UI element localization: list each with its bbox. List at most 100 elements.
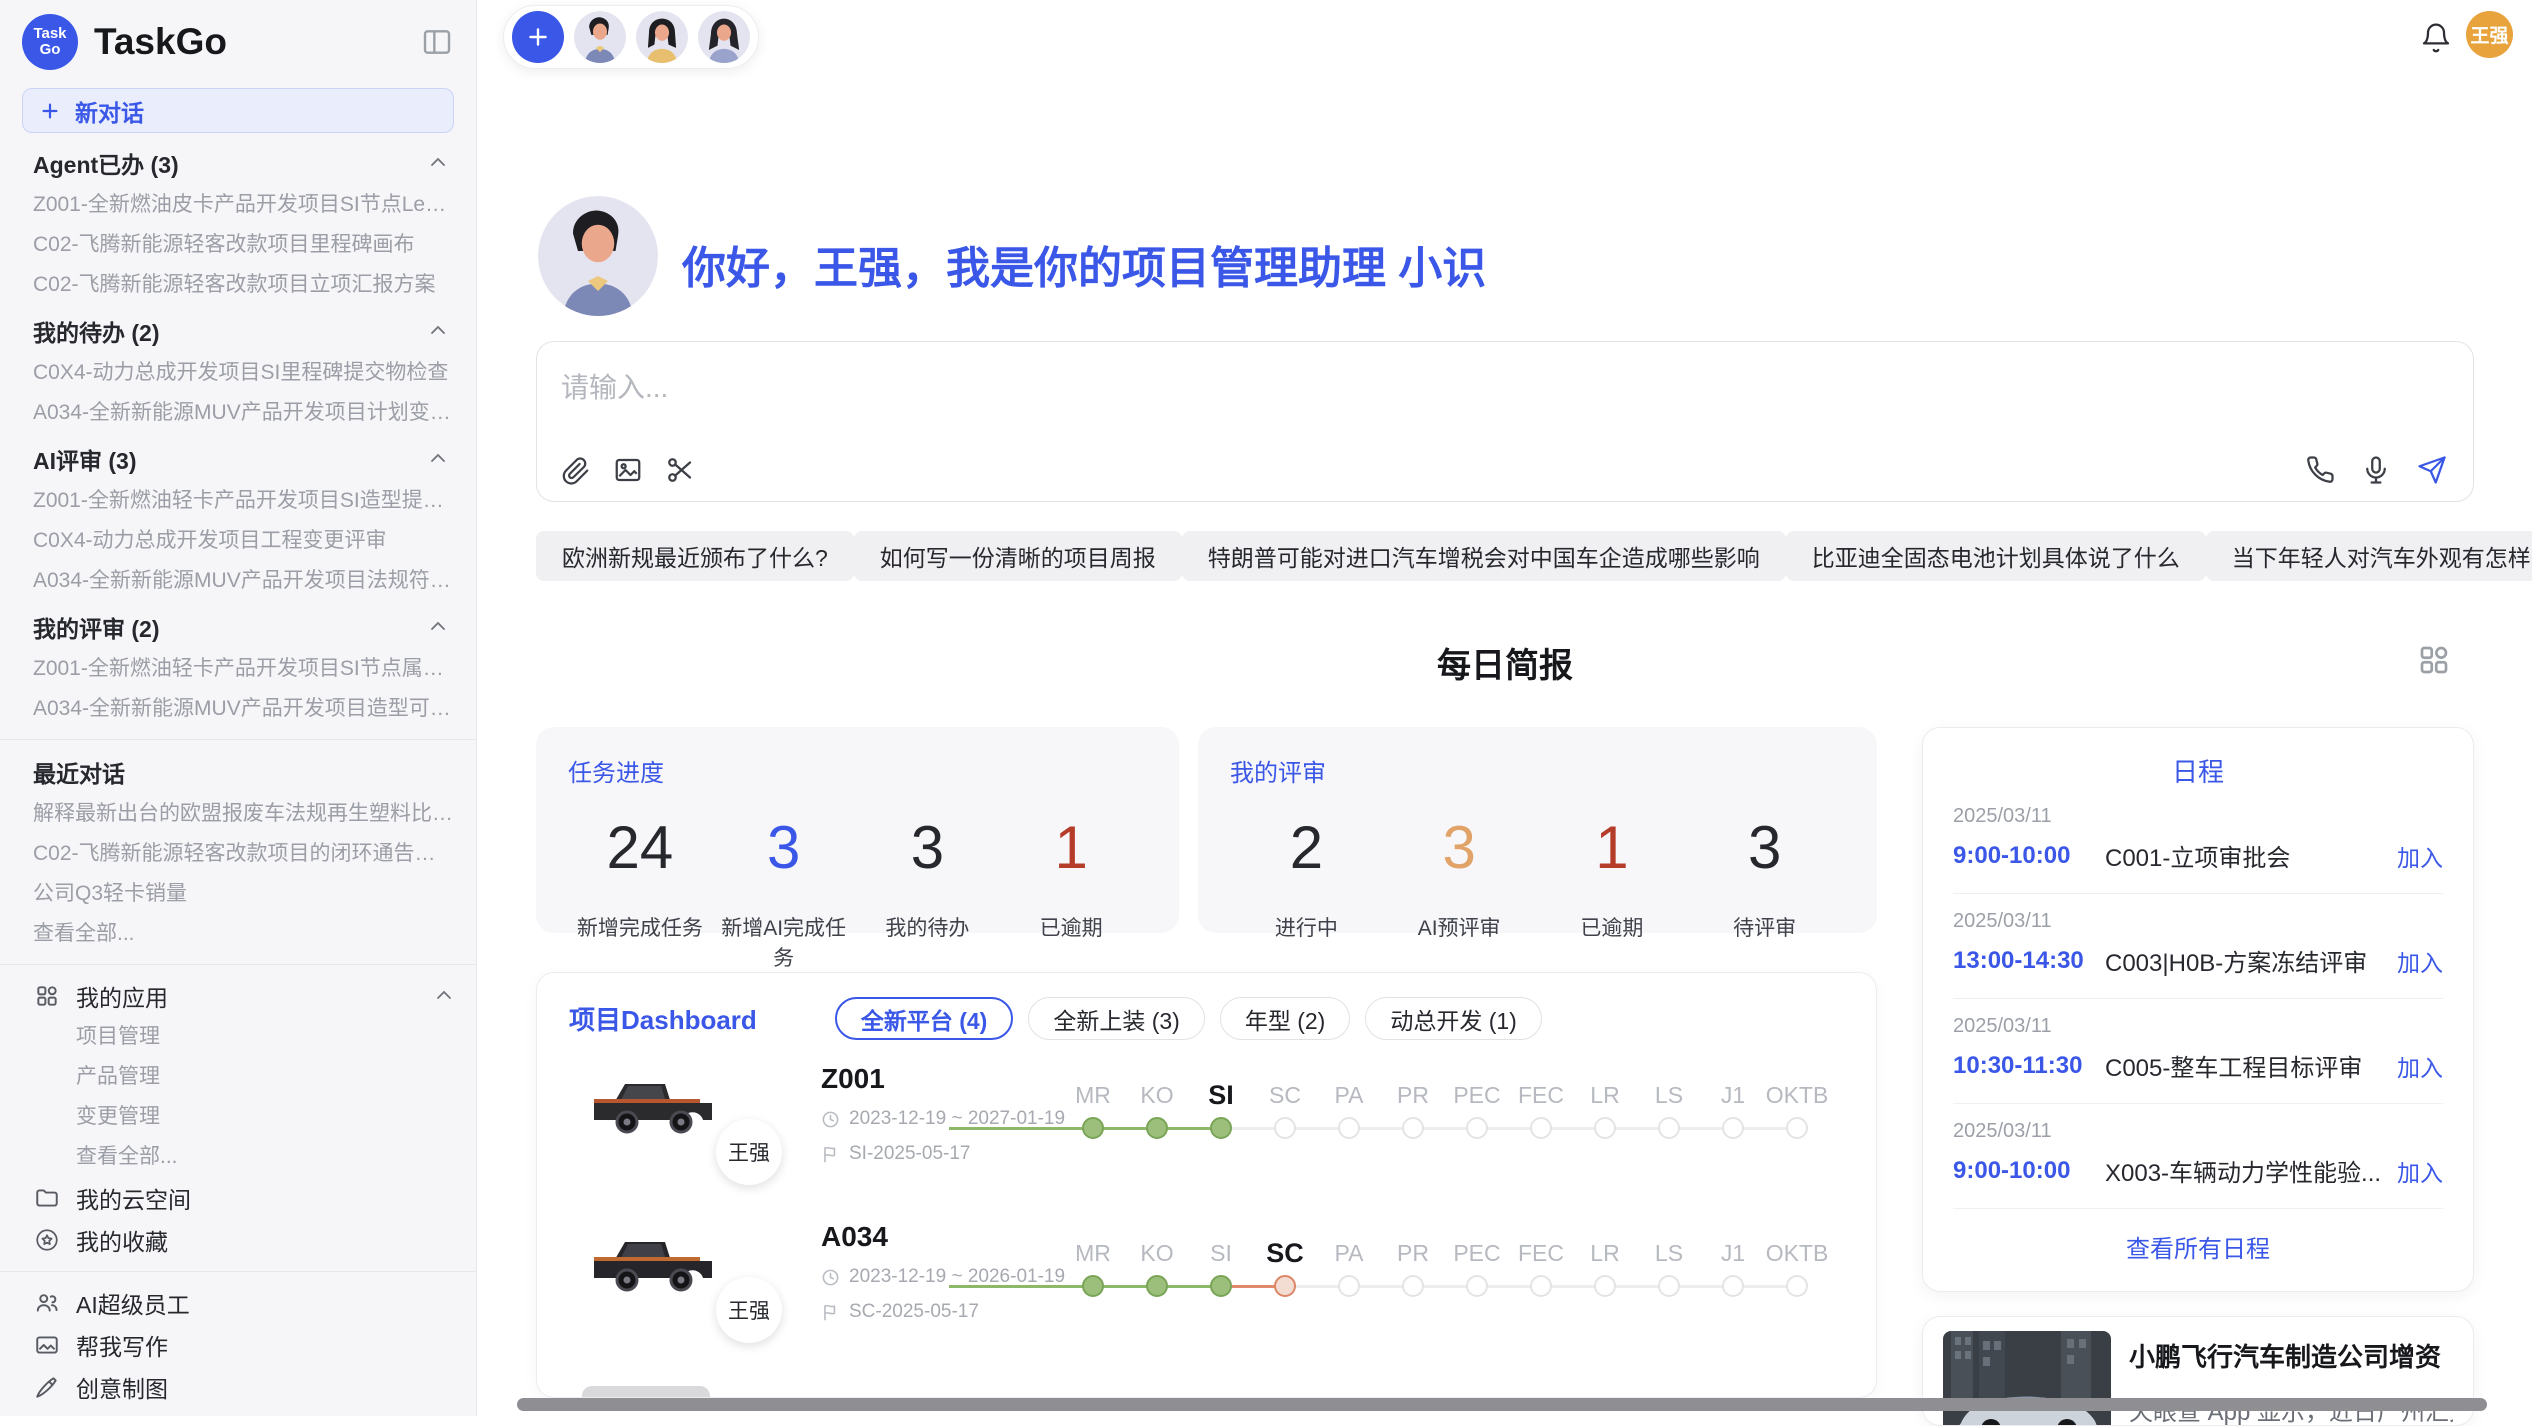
sidebar-item[interactable]: C02-飞腾新能源轻客改款项目里程碑画布 — [0, 225, 476, 265]
app-item-project-mgmt[interactable]: 项目管理 — [0, 1017, 476, 1057]
sidebar-item[interactable]: C0X4-动力总成开发项目工程变更评审 — [0, 521, 476, 561]
sidebar-cloud-space[interactable]: 我的云空间 — [0, 1177, 476, 1219]
milestone-label: KO — [1140, 1235, 1173, 1271]
view-all-schedule-link[interactable]: 查看所有日程 — [1953, 1209, 2443, 1284]
suggestion-chip[interactable]: 欧洲新规最近颁布了什么? — [536, 531, 854, 581]
sidebar-item[interactable]: C02-飞腾新能源轻客改款项目立项汇报方案 — [0, 265, 476, 305]
schedule-name: C001-立项审批会 — [2105, 838, 2387, 873]
image-icon[interactable] — [613, 455, 643, 485]
suggestion-chip[interactable]: 比亚迪全固态电池计划具体说了什么 — [1786, 531, 2206, 581]
sidebar-help-me-write[interactable]: 帮我写作 — [0, 1324, 476, 1366]
horizontal-scrollbar[interactable] — [517, 1398, 2487, 1411]
sidebar-section-my-todo[interactable]: 我的待办 (2) — [0, 309, 476, 353]
sidebar-item[interactable]: Z001-全新燃油轻卡产品开发项目SI节点属性5D文件评审 — [0, 649, 476, 689]
pen-icon — [34, 1374, 60, 1400]
tab-model-year[interactable]: 年型 (2) — [1220, 997, 1351, 1040]
sidebar-item[interactable]: A034-全新新能源MUV产品开发项目计划变更表编写 — [0, 393, 476, 433]
recent-chat-item[interactable]: 公司Q3轻卡销量 — [0, 874, 476, 914]
suggestion-chip[interactable]: 当下年轻人对汽车外观有怎样的喜好趋势 — [2206, 531, 2532, 581]
sidebar-section-agent-done[interactable]: Agent已办 (3) — [0, 141, 476, 185]
tab-powertrain[interactable]: 动总开发 (1) — [1365, 997, 1542, 1040]
microphone-icon[interactable] — [2361, 455, 2391, 485]
favorites-label: 我的收藏 — [76, 1223, 168, 1257]
greeting-text: 你好，王强，我是你的项目管理助理 小识 — [682, 232, 1486, 296]
app-item-product-mgmt[interactable]: 产品管理 — [0, 1057, 476, 1097]
schedule-item: 2025/03/11 10:30-11:30 C005-整车工程目标评审 加入 — [1953, 999, 2443, 1104]
agent-avatar-2[interactable] — [636, 11, 688, 63]
project-row[interactable]: 王强 A034 2023-12-19 ~ 2026-01-19 SC-2025-… — [582, 1205, 1846, 1357]
user-avatar[interactable]: 王强 — [2466, 11, 2513, 58]
scissors-icon[interactable] — [665, 455, 695, 485]
join-link[interactable]: 加入 — [2397, 839, 2443, 873]
recent-view-all[interactable]: 查看全部... — [0, 914, 476, 954]
sidebar-section-ai-review[interactable]: AI评审 (3) — [0, 437, 476, 481]
project-owner-badge: 王强 — [716, 1277, 782, 1343]
milestone-dot — [1338, 1117, 1360, 1139]
recent-chat-item[interactable]: C02-飞腾新能源轻客改款项目的闭环通告反馈情况 — [0, 834, 476, 874]
project-row[interactable]: 王强 Z001 2023-12-19 ~ 2027-01-19 SI-2025-… — [582, 1047, 1846, 1199]
join-link[interactable]: 加入 — [2397, 1154, 2443, 1188]
section-label: 最近对话 — [33, 755, 125, 789]
suggestion-chip[interactable]: 如何写一份清晰的项目周报 — [854, 531, 1182, 581]
sidebar-item[interactable]: Z001-全新燃油皮卡产品开发项目SI节点Lesson Learn报告 — [0, 185, 476, 225]
tab-new-platform[interactable]: 全新平台 (4) — [835, 997, 1014, 1040]
task-progress-card: 任务进度 24 新增完成任务 3 新增AI完成任务 3 我的待办 1 已逾期 — [536, 727, 1179, 933]
schedule-title: 日程 — [1953, 752, 2443, 789]
chevron-up-icon — [426, 151, 450, 175]
tab-new-body[interactable]: 全新上装 (3) — [1028, 997, 1205, 1040]
sidebar-item[interactable]: A034-全新新能源MUV产品开发项目法规符合性评审 — [0, 561, 476, 601]
stat-label: 待评审 — [1688, 912, 1841, 942]
agent-avatar-1[interactable] — [574, 11, 626, 63]
milestone-dot-done — [1146, 1117, 1168, 1139]
phone-icon[interactable] — [2305, 455, 2335, 485]
sidebar-favorites[interactable]: 我的收藏 — [0, 1219, 476, 1261]
panel-collapse-icon — [421, 26, 453, 58]
join-link[interactable]: 加入 — [2397, 1049, 2443, 1083]
milestone-dot — [1594, 1117, 1616, 1139]
stat-label: 新增完成任务 — [568, 912, 712, 942]
recent-chat-item[interactable]: 解释最新出台的欧盟报废车法规再生塑料比例被调至15%... — [0, 794, 476, 834]
sidebar-header: Task Go TaskGo — [0, 0, 476, 70]
apps-view-all[interactable]: 查看全部... — [0, 1137, 476, 1177]
section-label: 我的待办 (2) — [33, 314, 160, 348]
suggestion-chip[interactable]: 特朗普可能对进口汽车增税会对中国车企造成哪些影响 — [1182, 531, 1786, 581]
new-chat-button[interactable]: 新对话 — [22, 88, 454, 133]
sidebar-my-apps[interactable]: 我的应用 — [0, 975, 476, 1017]
logo-text-1: Task — [33, 26, 66, 43]
sidebar: Task Go TaskGo 新对话 Agent已办 (3) Z001-全新燃油… — [0, 0, 477, 1416]
sidebar-section-recent-chats: 最近对话 — [0, 750, 476, 794]
news-image — [1943, 1331, 2111, 1426]
flag-label: SI-2025-05-17 — [849, 1143, 970, 1165]
flag-icon — [821, 1303, 840, 1322]
chat-input-card — [536, 341, 2474, 502]
avatar-illustration — [636, 11, 688, 63]
sidebar-ai-super-staff[interactable]: AI超级员工 — [0, 1282, 476, 1324]
paperclip-icon[interactable] — [561, 455, 591, 485]
sidebar-creative-drawing[interactable]: 创意制图 — [0, 1366, 476, 1408]
sidebar-collapse-button[interactable] — [418, 23, 456, 61]
sidebar-item[interactable]: Z001-全新燃油轻卡产品开发项目SI造型提交物评审 — [0, 481, 476, 521]
schedule-item: 2025/03/11 9:00-10:00 X003-车辆动力学性能验... 加… — [1953, 1104, 2443, 1209]
chat-input[interactable] — [561, 366, 1761, 410]
user-name: 王强 — [2470, 21, 2508, 48]
join-link[interactable]: 加入 — [2397, 944, 2443, 978]
stat-value: 3 — [1688, 816, 1841, 880]
project-owner-badge: 王强 — [716, 1119, 782, 1185]
sidebar-section-my-review[interactable]: 我的评审 (2) — [0, 605, 476, 649]
stat: 3 我的待办 — [856, 816, 1000, 972]
add-agent-button[interactable] — [512, 11, 564, 63]
chevron-up-icon — [426, 615, 450, 639]
send-icon[interactable] — [2417, 455, 2447, 485]
folder-icon — [34, 1185, 60, 1211]
assistant-avatar — [538, 196, 658, 316]
app-item-change-mgmt[interactable]: 变更管理 — [0, 1097, 476, 1137]
notification-bell-icon[interactable] — [2420, 22, 2452, 54]
grid-layout-icon[interactable] — [2416, 642, 2452, 678]
sidebar-item[interactable]: A034-全新新能源MUV产品开发项目造型可行性评审 — [0, 689, 476, 729]
stat-value: 1 — [999, 816, 1143, 880]
my-review-card: 我的评审 2 进行中 3 AI预评审 1 已逾期 3 待评审 — [1198, 727, 1877, 933]
agent-avatar-3[interactable] — [698, 11, 750, 63]
sidebar-item[interactable]: C0X4-动力总成开发项目SI里程碑提交物检查 — [0, 353, 476, 393]
stat-label: 进行中 — [1230, 912, 1383, 942]
avatar-illustration — [538, 196, 658, 316]
